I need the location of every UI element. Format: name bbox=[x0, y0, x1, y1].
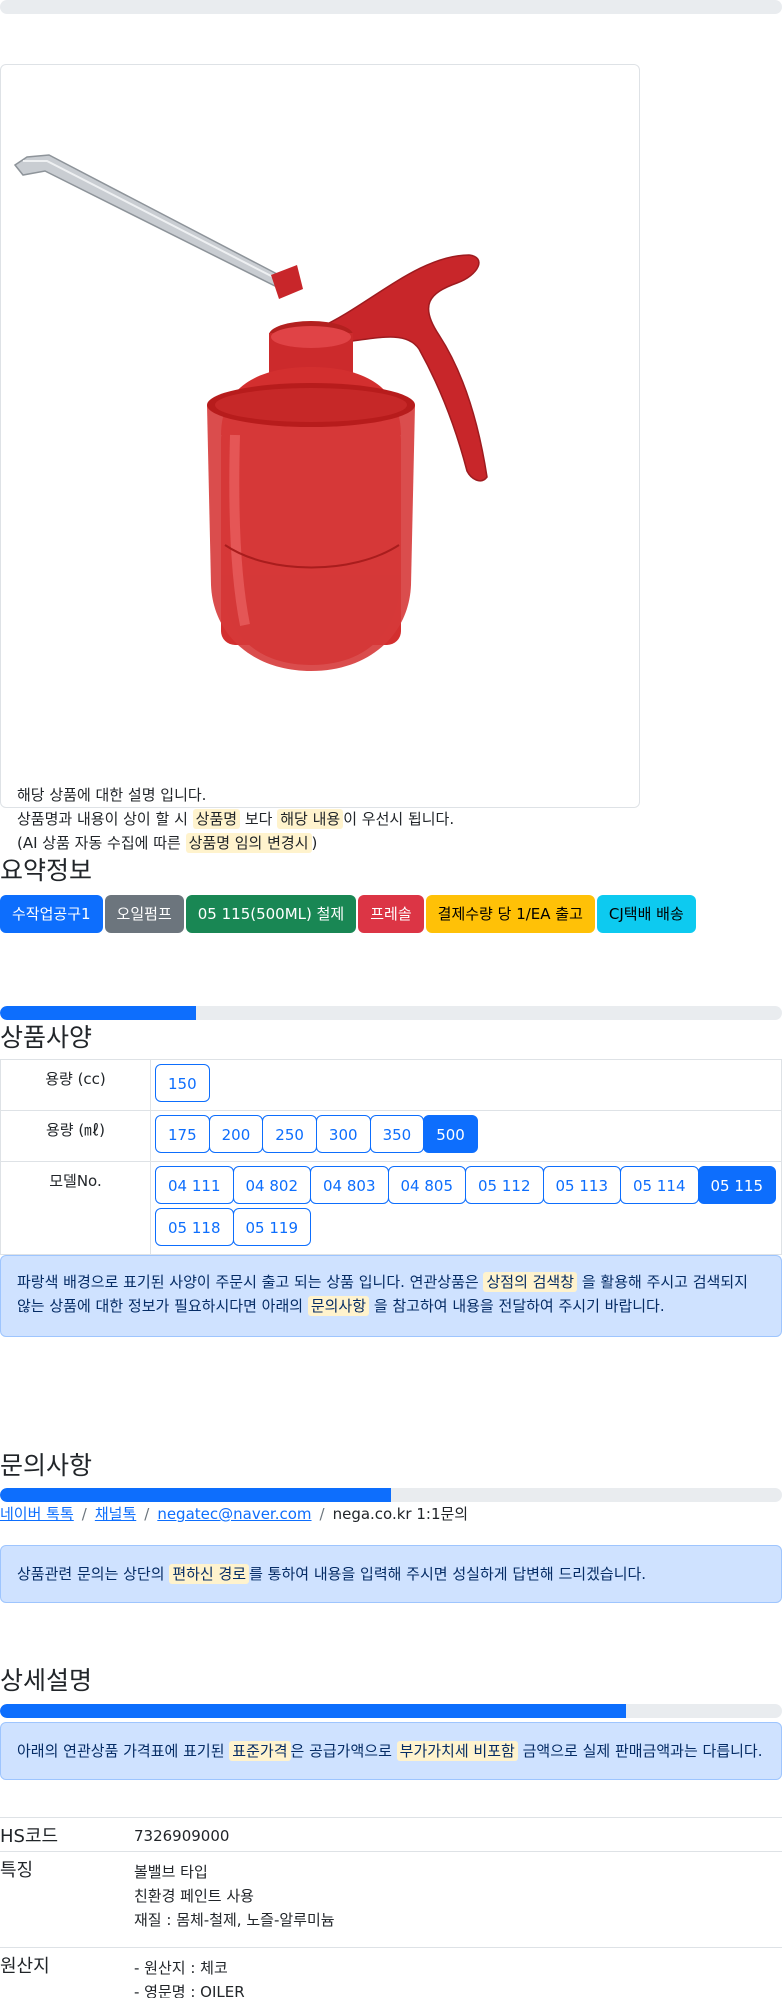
features-list: 볼밸브 타입친환경 페인트 사용재질 : 몸체-철제, 노즐-알루미늄 bbox=[134, 1860, 335, 1932]
origin-item: - 영문명 : OILER bbox=[134, 1983, 245, 1998]
summary-badge: 프레솔 bbox=[358, 895, 424, 933]
naver-talktalk-link[interactable]: 네이버 톡톡 bbox=[0, 1505, 74, 1523]
spec-option-button[interactable]: 200 bbox=[208, 1115, 264, 1153]
inquiry-title: 문의사항 bbox=[0, 1451, 93, 1480]
channel-talk-link[interactable]: 채널톡 bbox=[95, 1505, 136, 1523]
product-card: 해당 상품에 대한 설명 입니다. 상품명과 내용이 상이 할 시 상품명 보다… bbox=[0, 64, 640, 853]
product-description: 해당 상품에 대한 설명 입니다. 상품명과 내용이 상이 할 시 상품명 보다… bbox=[17, 783, 454, 855]
spec-notice: 파랑색 배경으로 표기된 사양이 주문시 출고 되는 상품 입니다. 연관상품은… bbox=[0, 1255, 782, 1337]
spec-options: 175 200 250 300 350 500 bbox=[150, 1110, 782, 1162]
separator: / bbox=[81, 1505, 87, 1523]
summary-title: 요약정보 bbox=[0, 856, 93, 885]
spec-option-button[interactable]: 300 bbox=[315, 1115, 371, 1153]
spec-title: 상품사양 bbox=[0, 1023, 93, 1052]
highlight: 상품명 임의 변경시 bbox=[185, 833, 312, 853]
summary-badges: 수작업공구1 오일펌프 05 115(500ML) 철제 프레솔 결제수량 당 1/EA… bbox=[0, 895, 696, 933]
detail-progress-bar bbox=[0, 1704, 782, 1718]
summary-badge: 수작업공구1 bbox=[0, 895, 103, 933]
spec-options: 150 bbox=[150, 1059, 782, 1111]
spec-option-button[interactable]: 05 114 bbox=[620, 1166, 699, 1204]
spec-progress-bar bbox=[0, 1006, 782, 1020]
detail-notice: 아래의 연관상품 가격표에 표기된 표준가격 은 공급가액으로 부가가치세 비포함… bbox=[0, 1722, 782, 1780]
spec-option-button[interactable]: 04 111 bbox=[155, 1166, 234, 1204]
spec-option-button[interactable]: 250 bbox=[262, 1115, 317, 1153]
summary-badge: 05 115(500ML) 철제 bbox=[185, 895, 357, 933]
spec-row: 모델No. 04 111 04 802 04 803 04 805 05 112 05 11… bbox=[0, 1161, 782, 1255]
spec-options: 04 111 04 802 04 803 04 805 05 112 05 113 05 1… bbox=[150, 1161, 782, 1255]
spec-row: 용량 (cc) 150 bbox=[0, 1059, 782, 1111]
hs-code-row: HS코드 7326909000 bbox=[0, 1817, 782, 1851]
feature-item: 재질 : 몸체-철제, 노즐-알루미늄 bbox=[134, 1911, 335, 1929]
inquiry-notice: 상품관련 문의는 상단의 편하신 경로 를 통하여 내용을 입력해 주시면 성실하… bbox=[0, 1545, 782, 1603]
spec-option-button[interactable]: 350 bbox=[369, 1115, 425, 1153]
top-progress-bar bbox=[0, 0, 782, 14]
hs-code-value: 7326909000 bbox=[134, 1827, 230, 1845]
desc-line-1: 해당 상품에 대한 설명 입니다. bbox=[17, 786, 207, 804]
spec-option-button[interactable]: 500 bbox=[423, 1115, 478, 1153]
feature-item: 친환경 페인트 사용 bbox=[134, 1887, 254, 1905]
spec-option-button[interactable]: 150 bbox=[155, 1064, 210, 1102]
highlight: 표준가격 bbox=[229, 1741, 291, 1761]
email-link[interactable]: negatec@naver.com bbox=[157, 1505, 311, 1523]
highlight: 부가가치세 비포함 bbox=[396, 1741, 518, 1761]
detail-title: 상세설명 bbox=[0, 1666, 93, 1695]
features-row: 특징 볼밸브 타입친환경 페인트 사용재질 : 몸체-철제, 노즐-알루미늄 bbox=[0, 1851, 782, 1947]
origin-label: 원산지 bbox=[0, 1956, 50, 1977]
separator: / bbox=[319, 1505, 325, 1523]
separator: / bbox=[144, 1505, 150, 1523]
origin-item: - 원산지 : 체코 bbox=[134, 1959, 228, 1977]
spec-option-button[interactable]: 04 803 bbox=[310, 1166, 389, 1204]
spec-label: 모델No. bbox=[0, 1161, 151, 1255]
inquiry-links: 네이버 톡톡 / 채널톡 / negatec@naver.com / nega.co.kr … bbox=[0, 1503, 468, 1524]
spec-label: 용량 (cc) bbox=[0, 1059, 151, 1111]
origin-row: 원산지 - 원산지 : 체코 - 영문명 : OILER bbox=[0, 1947, 782, 1998]
spec-table: 용량 (cc) 150 용량 (㎖) 175 200 250 300 350 500 모델No. 0… bbox=[0, 1059, 782, 1255]
summary-badge: 오일펌프 bbox=[104, 895, 184, 933]
hs-code-label: HS코드 bbox=[0, 1826, 59, 1847]
spec-option-button[interactable]: 175 bbox=[155, 1115, 210, 1153]
origin-list: - 원산지 : 체코 - 영문명 : OILER bbox=[134, 1956, 245, 1998]
highlight: 상점의 검색창 bbox=[483, 1272, 578, 1292]
inquiry-progress-bar bbox=[0, 1488, 782, 1502]
highlight: 편하신 경로 bbox=[169, 1564, 250, 1584]
highlight: 문의사항 bbox=[307, 1296, 370, 1316]
summary-badge: CJ택배 배송 bbox=[596, 895, 696, 933]
highlight: 상품명 bbox=[192, 809, 241, 829]
spec-option-button[interactable]: 05 118 bbox=[155, 1208, 234, 1246]
highlight: 해당 내용 bbox=[277, 809, 344, 829]
features-label: 특징 bbox=[0, 1860, 34, 1881]
site-inquiry-text: nega.co.kr 1:1문의 bbox=[332, 1505, 469, 1523]
desc-line-2: 상품명과 내용이 상이 할 시 상품명 보다 해당 내용 이 우선시 됩니다. bbox=[17, 809, 455, 829]
spec-label: 용량 (㎖) bbox=[0, 1110, 151, 1162]
spec-row: 용량 (㎖) 175 200 250 300 350 500 bbox=[0, 1110, 782, 1162]
spec-option-button[interactable]: 05 113 bbox=[542, 1166, 621, 1204]
spec-option-button[interactable]: 05 112 bbox=[465, 1166, 544, 1204]
spec-option-button[interactable]: 04 802 bbox=[232, 1166, 311, 1204]
spec-option-button[interactable]: 05 115 bbox=[697, 1166, 776, 1204]
spec-option-button[interactable]: 04 805 bbox=[387, 1166, 466, 1204]
feature-item: 볼밸브 타입 bbox=[134, 1863, 208, 1881]
product-image bbox=[13, 154, 488, 671]
summary-badge: 결제수량 당 1/EA 출고 bbox=[425, 895, 595, 933]
spec-option-button[interactable]: 05 119 bbox=[232, 1208, 311, 1246]
